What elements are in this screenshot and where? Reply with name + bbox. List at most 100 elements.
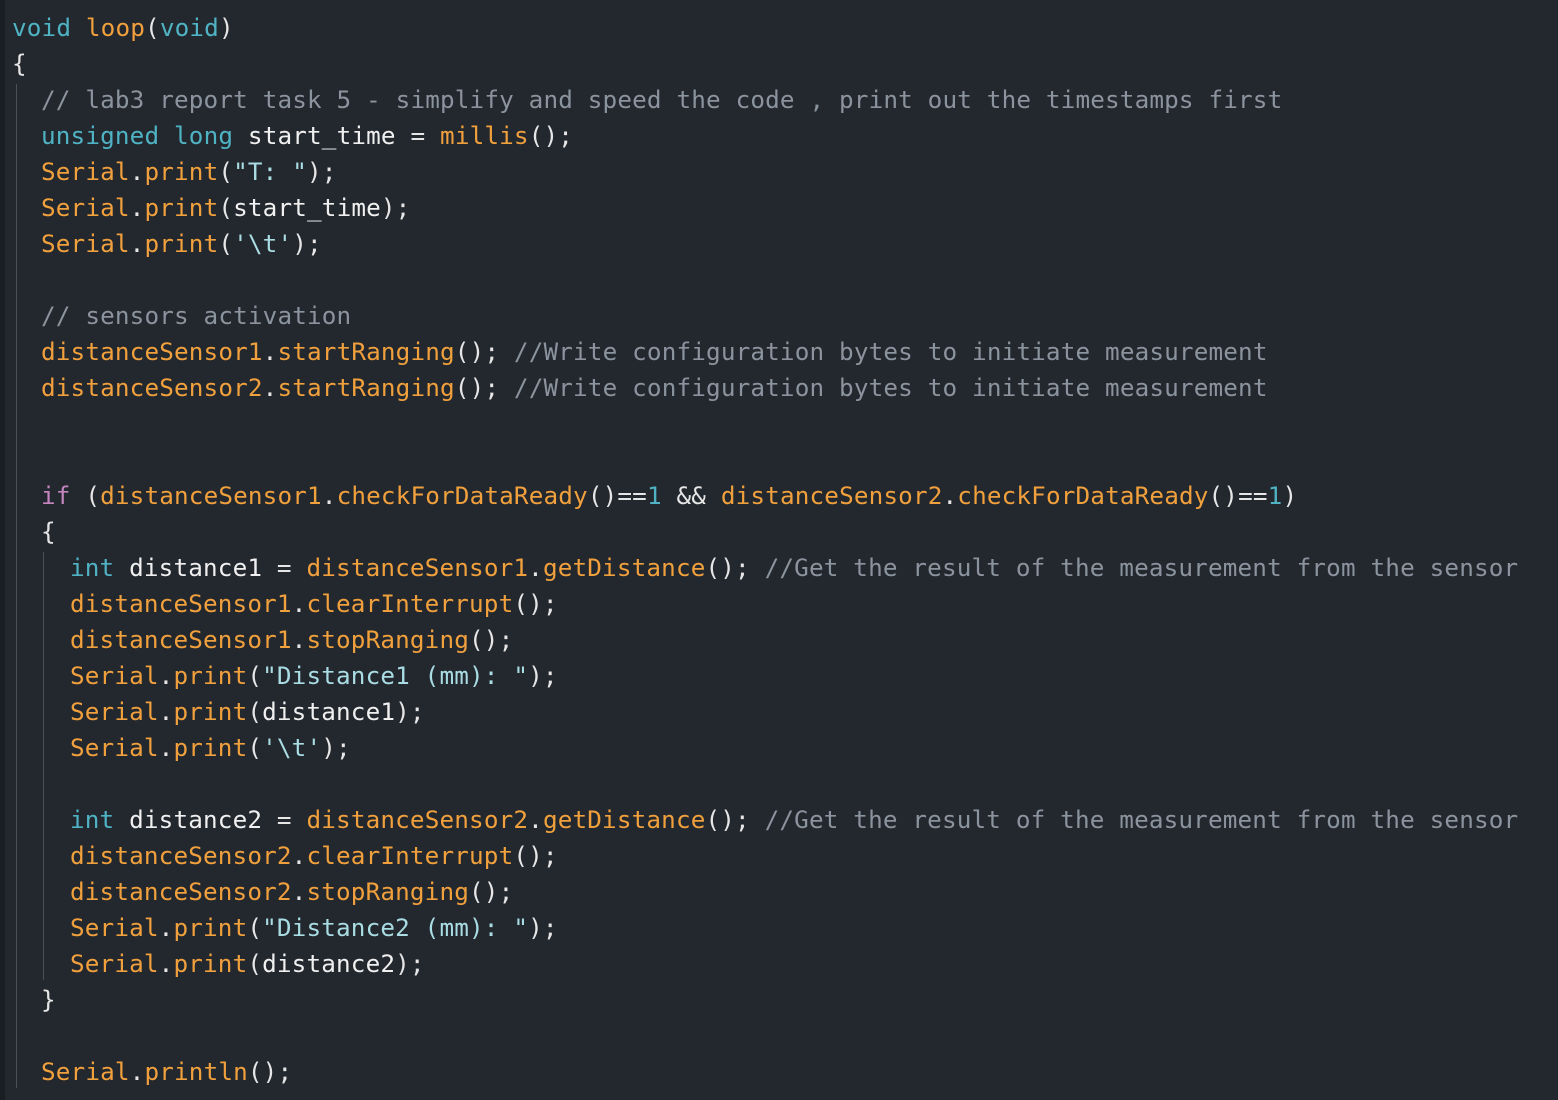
punctuation-token: (); [513, 841, 558, 870]
string-literal-token: "Distance2 (mm): " [262, 913, 529, 942]
function-name-token: distanceSensor2 [70, 841, 292, 870]
string-literal-token: "T: " [233, 157, 308, 186]
code-line[interactable]: Serial.print("Distance2 (mm): "); [70, 910, 558, 946]
code-line[interactable]: unsigned long start_time = millis(); [41, 118, 573, 154]
punctuation-token: . [262, 373, 278, 402]
punctuation-token: ); [395, 949, 425, 978]
code-line[interactable]: // sensors activation [41, 298, 351, 334]
code-line[interactable]: Serial.println(); [41, 1054, 292, 1090]
punctuation-token: (); [454, 337, 500, 366]
punctuation-token: . [158, 913, 174, 942]
punctuation-token: (); [705, 553, 750, 582]
code-line[interactable]: void loop(void) [12, 10, 234, 46]
code-line[interactable]: Serial.print(distance2); [70, 946, 425, 982]
punctuation-token: ( [247, 913, 263, 942]
punctuation-token: . [942, 481, 958, 510]
code-line[interactable]: Serial.print(start_time); [41, 190, 410, 226]
punctuation-token: ) [218, 13, 234, 42]
function-name-token: Serial [41, 157, 130, 186]
punctuation-token: . [291, 877, 307, 906]
function-name-token: checkForDataReady [336, 481, 588, 510]
function-name-token: distanceSensor2 [306, 805, 529, 834]
punctuation-token: . [129, 157, 145, 186]
code-line[interactable]: int distance2 = distanceSensor2.getDista… [70, 802, 1518, 838]
punctuation-token: ( [247, 733, 263, 762]
keyword-token: int [70, 553, 115, 582]
comment-token: // sensors activation [41, 301, 352, 330]
punctuation-token: . [129, 229, 145, 258]
function-name-token: clearInterrupt [306, 589, 514, 618]
punctuation-token: ( [145, 13, 160, 42]
editor-gutter [0, 0, 5, 1100]
code-line[interactable]: { [12, 46, 27, 82]
code-line[interactable]: distanceSensor2.clearInterrupt(); [70, 838, 558, 874]
punctuation-token: ( [85, 481, 101, 510]
function-name-token: Serial [70, 661, 159, 690]
keyword-token: void [159, 13, 219, 42]
number-literal-token: 1 [646, 481, 662, 510]
operator-token: && [676, 481, 707, 510]
comment-token: //Write configuration bytes to initiate … [513, 337, 1268, 366]
code-line[interactable]: distanceSensor1.clearInterrupt(); [70, 586, 558, 622]
function-name-token: clearInterrupt [306, 841, 514, 870]
punctuation-token: . [158, 697, 174, 726]
function-name-token: distanceSensor2 [70, 877, 292, 906]
punctuation-token: ( [247, 949, 263, 978]
code-line[interactable]: Serial.print("T: "); [41, 154, 337, 190]
code-line[interactable]: // lab3 report task 5 - simplify and spe… [41, 82, 1282, 118]
function-name-token: stopRanging [306, 625, 470, 654]
function-name-token: print [144, 229, 219, 258]
comment-token: //Get the result of the measurement from… [764, 805, 1519, 834]
function-name-token: Serial [70, 697, 159, 726]
function-name-token: getDistance [542, 805, 706, 834]
punctuation-token: { [41, 517, 56, 546]
code-line[interactable]: Serial.print("Distance1 (mm): "); [70, 658, 558, 694]
function-name-token: print [173, 949, 248, 978]
control-keyword-token: if [41, 481, 71, 510]
code-line[interactable]: if (distanceSensor1.checkForDataReady()=… [41, 478, 1297, 514]
punctuation-token: ( [218, 229, 234, 258]
function-name-token: print [173, 733, 248, 762]
indent-guide [43, 552, 44, 980]
code-line[interactable]: Serial.print(distance1); [70, 694, 425, 730]
comment-token: // lab3 report task 5 - simplify and spe… [41, 85, 1283, 114]
function-name-token: print [144, 157, 219, 186]
function-name-token: loop [85, 13, 146, 42]
identifier-token: distance1 [129, 553, 263, 582]
code-line[interactable]: distanceSensor1.startRanging(); //Write … [41, 334, 1268, 370]
keyword-token: long [174, 121, 234, 150]
code-line[interactable]: Serial.print('\t'); [70, 730, 351, 766]
keyword-token: int [70, 805, 115, 834]
punctuation-token: ); [292, 229, 322, 258]
code-editor[interactable]: void loop(void){// lab3 report task 5 - … [0, 0, 1558, 1100]
function-name-token: startRanging [277, 337, 455, 366]
punctuation-token: ); [528, 661, 558, 690]
code-line[interactable]: Serial.print('\t'); [41, 226, 322, 262]
function-name-token: print [173, 913, 248, 942]
code-line[interactable]: distanceSensor2.startRanging(); //Write … [41, 370, 1268, 406]
code-line[interactable]: distanceSensor2.stopRanging(); [70, 874, 513, 910]
punctuation-token: (); [705, 805, 750, 834]
punctuation-token: . [291, 841, 307, 870]
comment-token: //Write configuration bytes to initiate … [513, 373, 1268, 402]
code-line[interactable]: } [41, 982, 56, 1018]
code-line[interactable]: int distance1 = distanceSensor1.getDista… [70, 550, 1518, 586]
punctuation-token: () [587, 481, 618, 510]
punctuation-token: ( [218, 193, 234, 222]
operator-token: = [410, 121, 426, 150]
code-line[interactable]: { [41, 514, 56, 550]
code-line[interactable]: distanceSensor1.stopRanging(); [70, 622, 513, 658]
operator-token: == [1238, 481, 1268, 510]
function-name-token: print [144, 193, 219, 222]
operator-token: = [276, 805, 292, 834]
